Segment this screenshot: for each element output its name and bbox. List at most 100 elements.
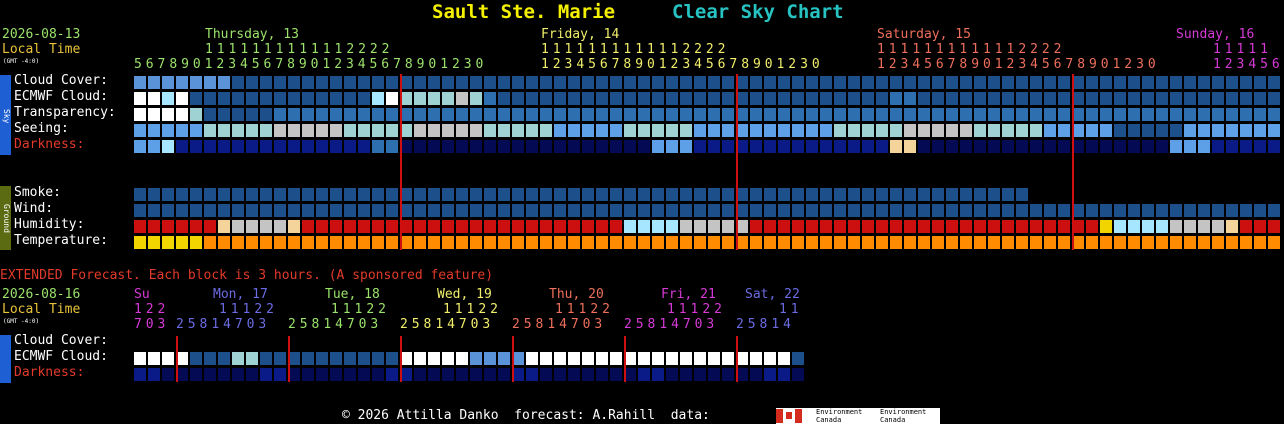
- humidity-cell: [414, 220, 426, 233]
- seeing-cell: [330, 124, 342, 137]
- darkness-cell: [498, 140, 510, 153]
- ext-ecmwf-cloud-cell: [526, 352, 538, 365]
- row-label-seeing[interactable]: Seeing:: [14, 121, 69, 137]
- cloud-cover-cell: [918, 76, 930, 89]
- seeing-cell: [218, 124, 230, 137]
- darkness-cell: [988, 140, 1000, 153]
- wind-cell: [1170, 204, 1182, 217]
- darkness-cell: [792, 140, 804, 153]
- ext-row-label-cloud-cover[interactable]: Cloud Cover:: [14, 333, 108, 349]
- transparency-cell: [918, 108, 930, 121]
- wind-cell: [148, 204, 160, 217]
- temperature-cell: [694, 236, 706, 249]
- humidity-cell: [932, 220, 944, 233]
- temperature-cell: [764, 236, 776, 249]
- ecmwf-cloud-cell: [1100, 92, 1112, 105]
- temperature-cell: [1086, 236, 1098, 249]
- ecmwf-cloud-cell: [330, 92, 342, 105]
- row-label-humidity[interactable]: Humidity:: [14, 217, 84, 233]
- cloud-cover-cell: [260, 76, 272, 89]
- temperature-cell: [442, 236, 454, 249]
- humidity-cell: [456, 220, 468, 233]
- temperature-cell: [904, 236, 916, 249]
- ext-ecmwf-cloud-cell: [162, 352, 174, 365]
- seeing-cell: [1128, 124, 1140, 137]
- humidity-cell: [792, 220, 804, 233]
- cloud-cover-cell: [1226, 76, 1238, 89]
- wind-cell: [764, 204, 776, 217]
- darkness-cell: [610, 140, 622, 153]
- cloud-cover-cell: [750, 76, 762, 89]
- temperature-cell: [470, 236, 482, 249]
- seeing-cell: [876, 124, 888, 137]
- ecmwf-cloud-cell: [596, 92, 608, 105]
- ext-ecmwf-cloud-cell: [778, 352, 790, 365]
- wind-cell: [470, 204, 482, 217]
- ext-row-label-ecmwf-cloud[interactable]: ECMWF Cloud:: [14, 349, 108, 365]
- transparency-cell: [1240, 108, 1252, 121]
- smoke-cell: [442, 188, 454, 201]
- transparency-cell: [526, 108, 538, 121]
- row-label-ecmwf-cloud[interactable]: ECMWF Cloud:: [14, 89, 108, 105]
- wind-cell: [1002, 204, 1014, 217]
- darkness-cell: [428, 140, 440, 153]
- wind-cell: [666, 204, 678, 217]
- ecmwf-cloud-cell: [666, 92, 678, 105]
- humidity-cell: [260, 220, 272, 233]
- row-label-cloud-cover[interactable]: Cloud Cover:: [14, 73, 108, 89]
- location-title: Sault Ste. Marie: [432, 1, 616, 23]
- ecmwf-cloud-cell: [974, 92, 986, 105]
- wind-cell: [862, 204, 874, 217]
- darkness-cell: [750, 140, 762, 153]
- transparency-cell: [288, 108, 300, 121]
- logo-text-2: Canada: [816, 416, 842, 424]
- darkness-cell: [190, 140, 202, 153]
- cloud-cover-cell: [960, 76, 972, 89]
- row-label-temperature[interactable]: Temperature:: [14, 233, 108, 249]
- darkness-cell: [568, 140, 580, 153]
- seeing-cell: [974, 124, 986, 137]
- darkness-cell: [260, 140, 272, 153]
- temperature-cell: [638, 236, 650, 249]
- ecmwf-cloud-cell: [302, 92, 314, 105]
- temperature-cell: [848, 236, 860, 249]
- temperature-cell: [162, 236, 174, 249]
- wind-cell: [484, 204, 496, 217]
- darkness-cell: [1100, 140, 1112, 153]
- ecmwf-cloud-cell: [904, 92, 916, 105]
- cloud-cover-cell: [428, 76, 440, 89]
- row-label-smoke[interactable]: Smoke:: [14, 185, 61, 201]
- cloud-cover-cell: [834, 76, 846, 89]
- transparency-cell: [442, 108, 454, 121]
- ext-darkness-cell: [204, 368, 216, 381]
- humidity-cell: [610, 220, 622, 233]
- temperature-cell: [610, 236, 622, 249]
- ext-darkness-cell: [190, 368, 202, 381]
- local-time-label: Local Time: [2, 42, 81, 57]
- cloud-cover-cell: [1184, 76, 1196, 89]
- timezone-note: (GMT -4:0): [3, 58, 40, 65]
- ecmwf-cloud-cell: [610, 92, 622, 105]
- ecmwf-cloud-cell: [652, 92, 664, 105]
- transparency-cell: [904, 108, 916, 121]
- ext-ecmwf-cloud-cell: [680, 352, 692, 365]
- ext-ecmwf-cloud-cell: [260, 352, 272, 365]
- ext-midnight-line: [624, 336, 626, 382]
- seeing-cell: [316, 124, 328, 137]
- ecmwf-cloud-cell: [1212, 92, 1224, 105]
- darkness-cell: [162, 140, 174, 153]
- environment-canada-logo[interactable]: Environment Canada Environment Canada: [776, 408, 940, 424]
- seeing-cell: [1058, 124, 1070, 137]
- ext-row-label-darkness[interactable]: Darkness:: [14, 365, 84, 381]
- darkness-cell: [638, 140, 650, 153]
- temperature-cell: [302, 236, 314, 249]
- temperature-cell: [260, 236, 272, 249]
- seeing-cell: [190, 124, 202, 137]
- row-label-darkness[interactable]: Darkness:: [14, 137, 84, 153]
- seeing-cell: [624, 124, 636, 137]
- row-label-transparency[interactable]: Transparency:: [14, 105, 116, 121]
- transparency-cell: [1254, 108, 1266, 121]
- temperature-cell: [1030, 236, 1042, 249]
- row-label-wind[interactable]: Wind:: [14, 201, 53, 217]
- ecmwf-cloud-cell: [862, 92, 874, 105]
